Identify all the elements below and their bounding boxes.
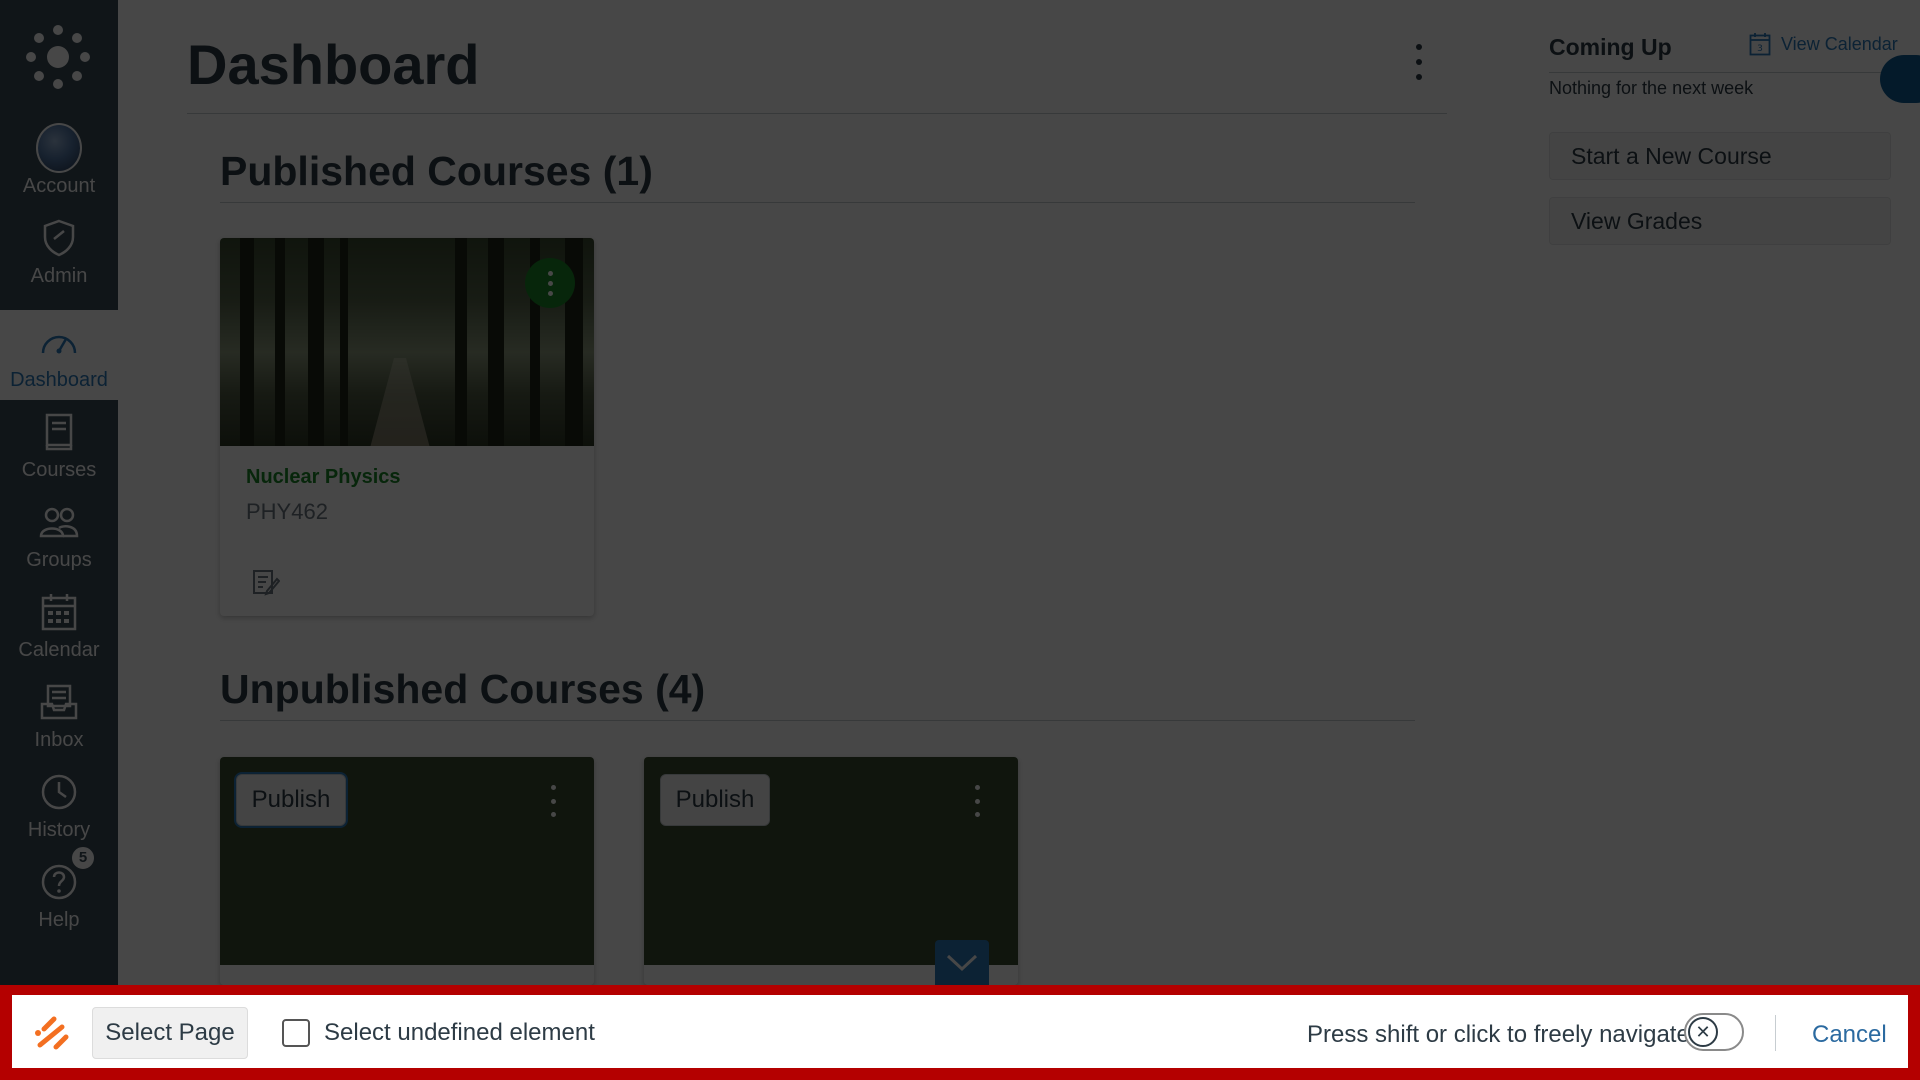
speedometer-icon bbox=[41, 335, 77, 353]
publish-button[interactable]: Publish bbox=[236, 774, 346, 826]
nav-item-courses[interactable]: Courses bbox=[0, 400, 118, 490]
view-grades-button[interactable]: View Grades bbox=[1549, 197, 1891, 245]
divider bbox=[1775, 1015, 1776, 1051]
view-calendar-link[interactable]: 3 View Calendar bbox=[1749, 32, 1898, 56]
nav-item-admin[interactable]: Admin bbox=[0, 206, 118, 296]
select-undefined-option[interactable]: Select undefined element bbox=[282, 1019, 595, 1047]
nav-item-groups[interactable]: Groups bbox=[0, 490, 118, 580]
divider bbox=[1549, 72, 1891, 73]
nav-item-label: History bbox=[27, 818, 91, 841]
calendar-icon-day: 3 bbox=[1757, 44, 1763, 54]
nav-item-account[interactable]: Account bbox=[0, 116, 118, 206]
select-undefined-label: Select undefined element bbox=[324, 1019, 595, 1046]
course-options-kebab-icon[interactable] bbox=[525, 258, 575, 308]
side-tab-button[interactable] bbox=[1880, 55, 1920, 103]
notification-badge: 5 bbox=[70, 844, 96, 871]
assignments-icon[interactable] bbox=[252, 568, 280, 596]
nav-item-help[interactable]: 5 Help bbox=[0, 844, 118, 940]
nav-item-label: Calendar bbox=[18, 638, 100, 661]
course-card-body: Nuclear Physics PHY462 bbox=[220, 446, 594, 616]
close-icon: ✕ bbox=[1688, 1017, 1718, 1047]
cancel-link[interactable]: Cancel bbox=[1812, 1021, 1887, 1049]
inbox-icon bbox=[40, 684, 78, 719]
tool-logo-icon bbox=[35, 1016, 69, 1050]
free-navigate-toggle[interactable]: ✕ bbox=[1684, 1013, 1744, 1051]
divider bbox=[220, 202, 1415, 203]
nav-item-history[interactable]: History bbox=[0, 760, 118, 850]
chevron-down-icon bbox=[946, 954, 978, 972]
course-card-image[interactable]: Publish bbox=[220, 757, 594, 965]
help-icon bbox=[41, 864, 77, 899]
nav-item-label: Inbox bbox=[34, 728, 84, 751]
nav-item-label: Courses bbox=[21, 458, 97, 481]
start-new-course-button[interactable]: Start a New Course bbox=[1549, 132, 1891, 180]
avatar bbox=[36, 122, 82, 173]
view-calendar-label: View Calendar bbox=[1781, 33, 1898, 54]
nav-item-label: Admin bbox=[30, 264, 88, 287]
navigate-hint-text: Press shift or click to freely navigate bbox=[1307, 1021, 1690, 1048]
course-name-link[interactable]: Nuclear Physics bbox=[246, 466, 568, 489]
coming-up-empty-text: Nothing for the next week bbox=[1549, 78, 1754, 98]
clock-icon bbox=[41, 774, 77, 809]
course-options-kebab-icon[interactable] bbox=[548, 785, 558, 817]
nav-item-label: Account bbox=[22, 174, 96, 197]
divider bbox=[187, 113, 1447, 114]
select-page-button[interactable]: Select Page bbox=[92, 1007, 248, 1059]
course-code: PHY462 bbox=[246, 499, 328, 524]
dashboard-options-kebab-icon[interactable] bbox=[1404, 44, 1434, 80]
course-options-kebab-icon[interactable] bbox=[972, 785, 982, 817]
publish-button[interactable]: Publish bbox=[660, 774, 770, 826]
published-courses-heading: Published Courses (1) bbox=[220, 148, 653, 194]
canvas-logo-icon[interactable] bbox=[25, 24, 91, 90]
select-undefined-checkbox[interactable] bbox=[282, 1019, 310, 1047]
people-icon bbox=[39, 507, 79, 537]
nav-item-calendar[interactable]: Calendar bbox=[0, 580, 118, 670]
nav-item-label: Groups bbox=[26, 548, 92, 571]
coming-up-heading: Coming Up bbox=[1549, 34, 1672, 60]
calendar-icon bbox=[41, 593, 77, 630]
nav-item-label: Help bbox=[38, 908, 80, 931]
element-selection-toolbar: Select Page Select undefined element Pre… bbox=[0, 985, 1920, 1080]
scroll-down-button[interactable] bbox=[935, 940, 989, 986]
divider bbox=[220, 720, 1415, 721]
course-card-image[interactable]: Publish bbox=[644, 757, 1018, 965]
calendar-icon: 3 bbox=[1749, 33, 1771, 56]
course-card[interactable]: Nuclear Physics PHY462 bbox=[220, 238, 594, 616]
global-navigation: Account Admin Dashboard Courses Groups C… bbox=[0, 0, 118, 985]
book-icon bbox=[45, 413, 73, 450]
course-card-image[interactable] bbox=[220, 238, 594, 446]
page-title: Dashboard bbox=[187, 33, 480, 96]
unpublished-courses-heading: Unpublished Courses (4) bbox=[220, 666, 706, 712]
nav-item-label: Dashboard bbox=[10, 368, 108, 391]
course-card[interactable]: Publish bbox=[220, 757, 594, 985]
nav-item-inbox[interactable]: Inbox bbox=[0, 670, 118, 760]
shield-icon bbox=[43, 219, 75, 256]
nav-item-dashboard[interactable]: Dashboard bbox=[0, 310, 118, 400]
